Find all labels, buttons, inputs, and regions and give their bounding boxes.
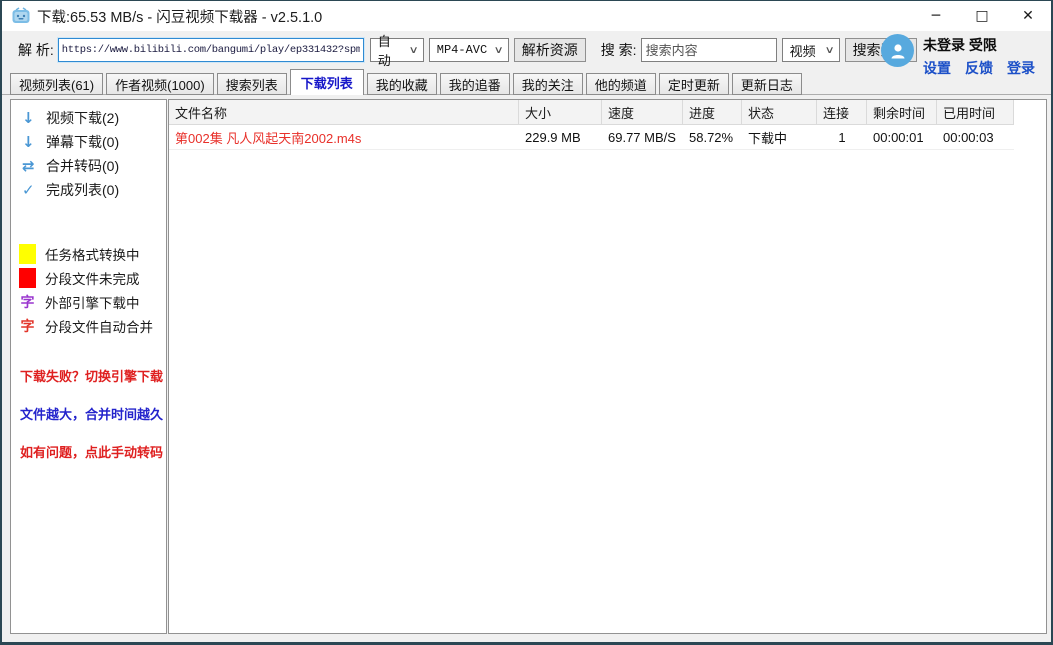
sidebar-item-merge-transcode[interactable]: ⇄ 合并转码(0) [11, 154, 166, 178]
tab-changelog[interactable]: 更新日志 [732, 73, 802, 95]
sidebar-item-label: 完成列表(0) [46, 180, 119, 200]
cell-progress: 58.72% [683, 125, 742, 149]
table-row[interactable]: 第002集 凡人风起天南2002.m4s 229.9 MB 69.77 MB/S… [169, 125, 1014, 150]
maximize-button[interactable]: □ [959, 1, 1005, 31]
merge-arrows-icon: ⇄ [22, 157, 46, 175]
sidebar-tips: 下载失败？切换引擎下载 文件越大，合并时间越久 如有问题，点此手动转码 [11, 356, 166, 470]
column-header-remaining[interactable]: 剩余时间 [867, 100, 937, 124]
login-status: 未登录 受限 [923, 35, 1035, 55]
avatar[interactable] [881, 34, 914, 67]
feedback-link[interactable]: 反馈 [965, 58, 993, 78]
tab-search-list[interactable]: 搜索列表 [217, 73, 287, 95]
format-select[interactable]: MP4-AVC ∨ [429, 38, 509, 62]
cell-speed: 69.77 MB/S [602, 125, 683, 149]
search-type-value: 视频 [790, 41, 816, 60]
table-header: 文件名称 大小 速度 进度 状态 连接 剩余时间 已用时间 [169, 100, 1014, 125]
parse-label: 解 析: [18, 40, 54, 60]
sidebar-item-label: 合并转码(0) [46, 156, 119, 176]
mode-select-value: 自动 [378, 31, 403, 69]
login-link[interactable]: 登录 [1007, 58, 1035, 78]
cell-filename: 第002集 凡人风起天南2002.m4s [169, 125, 519, 149]
tab-my-favorites[interactable]: 我的收藏 [367, 73, 437, 95]
mode-select[interactable]: 自动 ∨ [370, 38, 424, 62]
sidebar-nav: ↓ 视频下载(2) ↓ 弹幕下载(0) ⇄ 合并转码(0) ✓ 完成列表(0) [11, 100, 166, 202]
legend-auto-merge: 字 分段文件自动合并 [11, 314, 166, 338]
window-title: 下载:65.53 MB/s - 闪豆视频下载器 - v2.5.1.0 [37, 6, 322, 27]
sidebar-item-label: 视频下载(2) [46, 108, 119, 128]
cell-status: 下载中 [742, 125, 817, 149]
download-arrow-icon: ↓ [22, 109, 46, 127]
titlebar: 下载:65.53 MB/s - 闪豆视频下载器 - v2.5.1.0 ─ □ ✕ [2, 1, 1051, 31]
legend-label: 外部引擎下载中 [45, 292, 140, 312]
sidebar: ↓ 视频下载(2) ↓ 弹幕下载(0) ⇄ 合并转码(0) ✓ 完成列表(0) … [10, 99, 167, 634]
download-table-panel: 文件名称 大小 速度 进度 状态 连接 剩余时间 已用时间 第002集 凡人风起… [168, 99, 1047, 634]
minimize-button[interactable]: ─ [913, 1, 959, 31]
tip-switch-engine[interactable]: 下载失败？切换引擎下载 [20, 356, 166, 394]
column-header-size[interactable]: 大小 [519, 100, 602, 124]
app-window: 下载:65.53 MB/s - 闪豆视频下载器 - v2.5.1.0 ─ □ ✕… [0, 0, 1053, 645]
settings-link[interactable]: 设置 [923, 58, 951, 78]
search-label: 搜 索: [601, 40, 637, 60]
check-icon: ✓ [22, 181, 46, 199]
tab-my-follows[interactable]: 我的关注 [513, 73, 583, 95]
tab-video-list[interactable]: 视频列表(61) [10, 73, 103, 95]
close-button[interactable]: ✕ [1005, 1, 1051, 31]
sidebar-item-completed-list[interactable]: ✓ 完成列表(0) [11, 178, 166, 202]
tab-his-channel[interactable]: 他的频道 [586, 73, 656, 95]
cell-elapsed: 00:00:03 [937, 125, 1014, 149]
tab-author-videos[interactable]: 作者视频(1000) [106, 73, 214, 95]
user-icon [888, 41, 908, 61]
column-header-connections[interactable]: 连接 [817, 100, 867, 124]
tab-download-list[interactable]: 下载列表 [290, 69, 364, 95]
window-controls: ─ □ ✕ [913, 1, 1051, 31]
column-header-filename[interactable]: 文件名称 [169, 100, 519, 124]
format-select-value: MP4-AVC [437, 43, 487, 57]
cell-remaining: 00:00:01 [867, 125, 937, 149]
column-header-status[interactable]: 状态 [742, 100, 817, 124]
purple-char-icon: 字 [19, 292, 36, 312]
legend-segment-incomplete: 分段文件未完成 [11, 266, 166, 290]
account-block: 未登录 受限 设置 反馈 登录 [881, 34, 1035, 78]
tab-scheduled-update[interactable]: 定时更新 [659, 73, 729, 95]
chevron-down-icon: ∨ [409, 45, 419, 56]
sidebar-item-danmaku-download[interactable]: ↓ 弹幕下载(0) [11, 130, 166, 154]
account-links: 设置 反馈 登录 [923, 58, 1035, 78]
legend-label: 任务格式转换中 [45, 244, 140, 264]
parse-button[interactable]: 解析资源 [514, 38, 586, 62]
tip-merge-time: 文件越大，合并时间越久 [20, 394, 166, 432]
legend-label: 分段文件自动合并 [45, 316, 153, 336]
search-type-select[interactable]: 视频 ∨ [782, 38, 840, 62]
column-header-elapsed[interactable]: 已用时间 [937, 100, 1014, 124]
app-logo-icon [11, 7, 31, 25]
sidebar-item-video-download[interactable]: ↓ 视频下载(2) [11, 106, 166, 130]
sidebar-item-label: 弹幕下载(0) [46, 132, 119, 152]
red-swatch-icon [19, 268, 36, 288]
url-input[interactable] [58, 38, 364, 62]
chevron-down-icon: ∨ [494, 45, 504, 56]
cell-connections: 1 [817, 125, 867, 149]
legend-external-engine: 字 外部引擎下载中 [11, 290, 166, 314]
column-header-progress[interactable]: 进度 [683, 100, 742, 124]
tip-manual-transcode[interactable]: 如有问题，点此手动转码 [20, 432, 166, 470]
tab-my-bangumi[interactable]: 我的追番 [440, 73, 510, 95]
red-char-icon: 字 [19, 316, 36, 336]
status-legend: 任务格式转换中 分段文件未完成 字 外部引擎下载中 字 分段文件自动合并 [11, 242, 166, 338]
search-input[interactable] [641, 38, 777, 62]
download-arrow-icon: ↓ [22, 133, 46, 151]
legend-label: 分段文件未完成 [45, 268, 140, 288]
chevron-down-icon: ∨ [825, 45, 835, 56]
column-header-speed[interactable]: 速度 [602, 100, 683, 124]
yellow-swatch-icon [19, 244, 36, 264]
legend-converting: 任务格式转换中 [11, 242, 166, 266]
cell-size: 229.9 MB [519, 125, 602, 149]
